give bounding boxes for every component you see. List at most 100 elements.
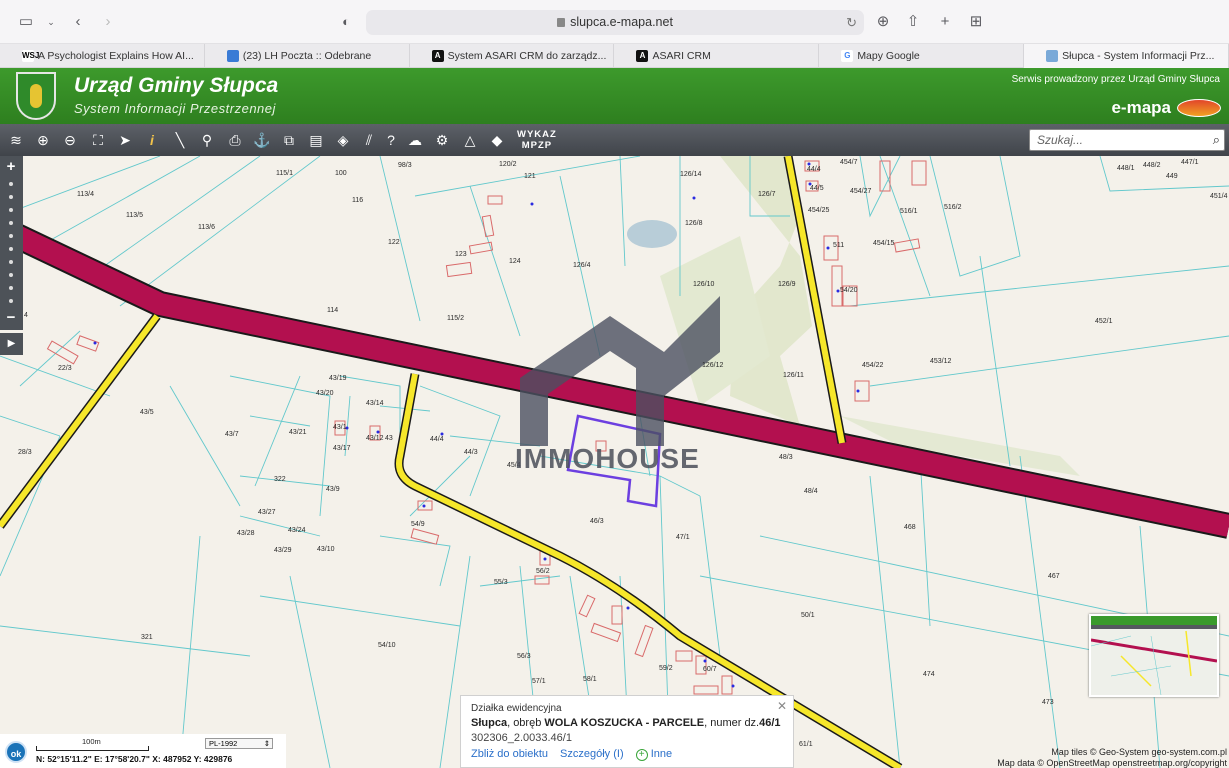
link-icon[interactable]: ⚲ xyxy=(197,130,217,150)
tab-label: (23) LH Poczta :: Odebrane xyxy=(242,50,372,62)
browser-tab[interactable]: A ASARI CRM xyxy=(614,44,820,68)
parcel-number-label: 43/27 xyxy=(258,509,276,516)
bubble-icon[interactable]: ◈ xyxy=(333,130,353,150)
lock-icon xyxy=(557,18,566,27)
parcel-number-label: 113/4 xyxy=(77,191,94,198)
select-arrows-icon: ⇕ xyxy=(263,739,270,748)
parcel-number-label: 448/1 xyxy=(1117,165,1135,172)
select-arrow-icon[interactable]: ➤ xyxy=(115,130,135,150)
layers-icon[interactable]: ≋ xyxy=(6,130,26,150)
share-icon[interactable]: ⇧ xyxy=(903,12,923,32)
shapes-icon[interactable]: ◆ xyxy=(487,130,507,150)
zoom-minus-button[interactable]: − xyxy=(2,310,20,326)
tab-label: ASARI CRM xyxy=(652,50,711,62)
address-bar[interactable]: slupca.e-mapa.net ↻ xyxy=(366,10,864,35)
parcel-number-label: 121 xyxy=(524,173,536,180)
zoom-step[interactable] xyxy=(9,247,13,251)
browser-tab-active[interactable]: Słupca - System Informacji Prz... xyxy=(1024,44,1229,68)
crs-select[interactable]: PL-1992 ⇕ xyxy=(205,738,273,749)
details-link[interactable]: Szczegóły (I) xyxy=(560,748,624,761)
upload-icon[interactable]: ☁ xyxy=(405,130,425,150)
new-tab-icon[interactable]: + xyxy=(935,12,955,32)
browser-tab[interactable]: A System ASARI CRM do zarządz... xyxy=(410,44,615,68)
measure-icon[interactable]: ╲ xyxy=(170,130,190,150)
forward-icon[interactable]: › xyxy=(98,12,118,32)
parcel-number-label: 321 xyxy=(141,634,153,641)
copy-icon[interactable]: ⧉ xyxy=(279,130,299,150)
close-icon[interactable]: ✕ xyxy=(777,699,787,713)
search-input[interactable]: Szukaj... ⌕ xyxy=(1029,129,1225,151)
browser-tab[interactable]: G Mapy Google xyxy=(819,44,1025,68)
parcel-number-label: 126/11 xyxy=(783,372,804,379)
shield-icon[interactable]: ◐ xyxy=(336,12,356,32)
expand-panel-icon[interactable]: ▶ xyxy=(0,333,23,355)
parcel-number-label: 4 xyxy=(24,312,28,319)
zoom-step[interactable] xyxy=(9,286,13,290)
brand-name[interactable]: e-mapa xyxy=(1111,98,1171,118)
search-icon[interactable]: ⌕ xyxy=(1213,130,1220,150)
parcel-number-label: 126/4 xyxy=(573,262,591,269)
zoom-extent-icon[interactable]: ⛶ xyxy=(88,130,108,150)
parcel-number-label: 126/10 xyxy=(693,281,715,288)
zoom-step[interactable] xyxy=(9,195,13,199)
zoom-step[interactable] xyxy=(9,208,13,212)
zoom-step[interactable] xyxy=(9,221,13,225)
back-icon[interactable]: ‹ xyxy=(68,12,88,32)
parcel-number-label: 56/2 xyxy=(536,568,550,575)
info-icon[interactable]: i xyxy=(142,130,162,150)
parcel-number-label: 454/27 xyxy=(850,188,872,195)
map-toolbar: ≋ ⊕ ⊖ ⛶ ➤ i ╲ ⚲ ⎙ ⚓ ⧉ ▤ ◈ ⫽ ? ☁ ⚙ △ ◆ WY… xyxy=(0,124,1229,156)
parcel-number-label: 126/9 xyxy=(778,281,796,288)
overview-minimap[interactable] xyxy=(1089,614,1219,697)
browser-tab[interactable]: (23) LH Poczta :: Odebrane xyxy=(205,44,410,68)
parcel-number-label: 43/19 xyxy=(329,375,347,382)
zoom-out-icon[interactable]: ⊖ xyxy=(60,130,80,150)
download-icon[interactable]: ⊕ xyxy=(873,12,893,32)
parcel-number-label: 447/1 xyxy=(1181,159,1199,166)
plus-circle-icon[interactable]: + xyxy=(635,749,648,761)
reload-icon[interactable]: ↻ xyxy=(846,10,857,35)
wykaz-mpzp-button[interactable]: WYKAZ MPZP xyxy=(517,129,557,151)
parcel-number-label: 43/5 xyxy=(140,409,154,416)
parcel-number-label: 113/5 xyxy=(126,212,143,219)
parcel-number-label: 114 xyxy=(327,307,339,314)
help-icon[interactable]: ? xyxy=(381,130,401,150)
parcel-number-label: 43/1 xyxy=(333,424,347,431)
zoom-step[interactable] xyxy=(9,260,13,264)
settings-icon[interactable]: ⚙ xyxy=(432,130,452,150)
map-canvas[interactable]: 98/3 120/2 115/1 100 121 126/14 454/7 448/1 448/… xyxy=(0,156,1229,768)
site-header: Urząd Gminy Słupca System Informacji Prz… xyxy=(0,68,1229,124)
parcel-number-label: 454/7 xyxy=(840,159,858,166)
zoom-step[interactable] xyxy=(9,299,13,303)
parcel-number-label: 57/1 xyxy=(532,678,546,685)
zoom-plus-button[interactable]: + xyxy=(2,159,20,175)
pin-icon[interactable]: ⚓ xyxy=(252,130,272,150)
zoom-step[interactable] xyxy=(9,273,13,277)
coat-of-arms-logo[interactable] xyxy=(16,72,56,120)
parcel-number-label: 454/15 xyxy=(873,240,895,247)
other-link[interactable]: Inne xyxy=(651,748,672,760)
ok-button[interactable]: ok xyxy=(5,741,27,763)
hatch-icon[interactable]: ⫽ xyxy=(359,130,379,150)
parcel-number-label: 322 xyxy=(274,476,286,483)
tab-favicon: WSJ xyxy=(22,50,40,62)
print-icon[interactable]: ⎙ xyxy=(225,130,245,150)
zoom-step[interactable] xyxy=(9,182,13,186)
parcel-number-label: 454/22 xyxy=(862,362,884,369)
zoom-step[interactable] xyxy=(9,234,13,238)
parcel-number-label: 44/3 xyxy=(464,449,478,456)
sidebar-icon[interactable]: ▭ xyxy=(16,12,36,32)
tab-overview-icon[interactable]: ⊞ xyxy=(966,12,986,32)
parcel-number-label: 115/1 xyxy=(276,170,293,177)
parcel-number-label: 113/6 xyxy=(198,224,215,231)
zoom-to-object-link[interactable]: Zbliż do obiektu xyxy=(471,748,548,761)
attribution-tiles[interactable]: Map tiles © Geo-System geo-system.com.pl xyxy=(997,747,1227,758)
chevron-down-icon[interactable]: ⌄ xyxy=(41,12,61,32)
other-options[interactable]: + Inne xyxy=(635,748,672,761)
browser-tab[interactable]: WSJ A Psychologist Explains How AI... xyxy=(0,44,205,68)
sign-icon[interactable]: △ xyxy=(460,130,480,150)
zoom-slider[interactable]: + − xyxy=(0,156,23,330)
attribution-data[interactable]: Map data © OpenStreetMap openstreetmap.o… xyxy=(997,758,1227,768)
layout-icon[interactable]: ▤ xyxy=(306,130,326,150)
zoom-in-icon[interactable]: ⊕ xyxy=(33,130,53,150)
